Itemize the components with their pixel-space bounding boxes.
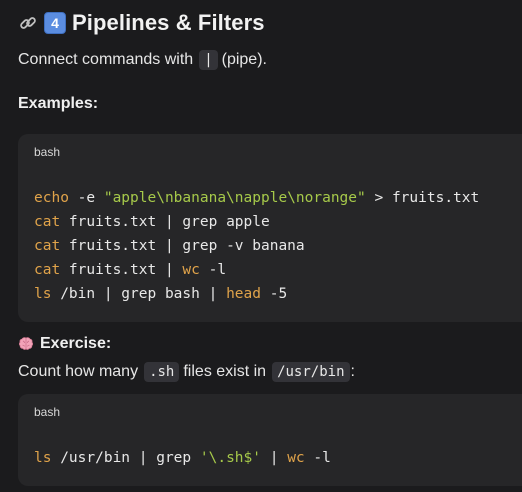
intro-suffix: (pipe). <box>221 51 267 68</box>
number-4-icon: 4 <box>44 12 66 34</box>
code-line: cat fruits.txt | grep -v banana <box>34 238 305 254</box>
code-lines: ls /usr/bin | grep '\.sh$' | wc -l <box>34 446 331 470</box>
examples-heading-label: Examples: <box>18 95 99 112</box>
code-lines: echo -e "apple\nbanana\napple\norange" >… <box>34 186 479 306</box>
exercise-text-suffix: : <box>350 363 355 380</box>
code-language-label: bash <box>34 405 61 419</box>
pipe-inline-code: | <box>199 50 218 70</box>
code-line: ls /bin | grep bash | head -5 <box>34 286 288 302</box>
exercise-text-middle: files exist in <box>183 363 267 380</box>
code-line: ls /usr/bin | grep '\.sh$' | wc -l <box>34 450 331 466</box>
examples-code-block[interactable]: bash echo -e "apple\nbanana\napple\noran… <box>18 134 522 322</box>
link-icon <box>20 17 36 29</box>
exercise-paragraph: Count how many .sh files exist in /usr/b… <box>18 362 355 382</box>
exercise-text-prefix: Count how many <box>18 363 139 380</box>
intro-paragraph: Connect commands with | (pipe). <box>18 50 267 70</box>
intro-text: Connect commands with <box>18 51 194 68</box>
exercise-heading: Exercise: <box>18 335 111 353</box>
page-title: Pipelines & Filters <box>72 10 265 35</box>
page-title-row: 4 Pipelines & Filters <box>18 10 265 36</box>
exercise-heading-label: Exercise: <box>40 335 112 352</box>
code-line: cat fruits.txt | grep apple <box>34 214 270 230</box>
sh-inline-code: .sh <box>144 362 180 382</box>
exercise-code-block[interactable]: bash ls /usr/bin | grep '\.sh$' | wc -l <box>18 394 522 486</box>
code-line: cat fruits.txt | wc -l <box>34 262 227 278</box>
brain-icon <box>18 337 34 350</box>
code-language-label: bash <box>34 145 61 159</box>
code-line: echo -e "apple\nbanana\napple\norange" >… <box>34 190 480 206</box>
usr-bin-inline-code: /usr/bin <box>272 362 350 382</box>
examples-heading: Examples: <box>18 95 98 113</box>
